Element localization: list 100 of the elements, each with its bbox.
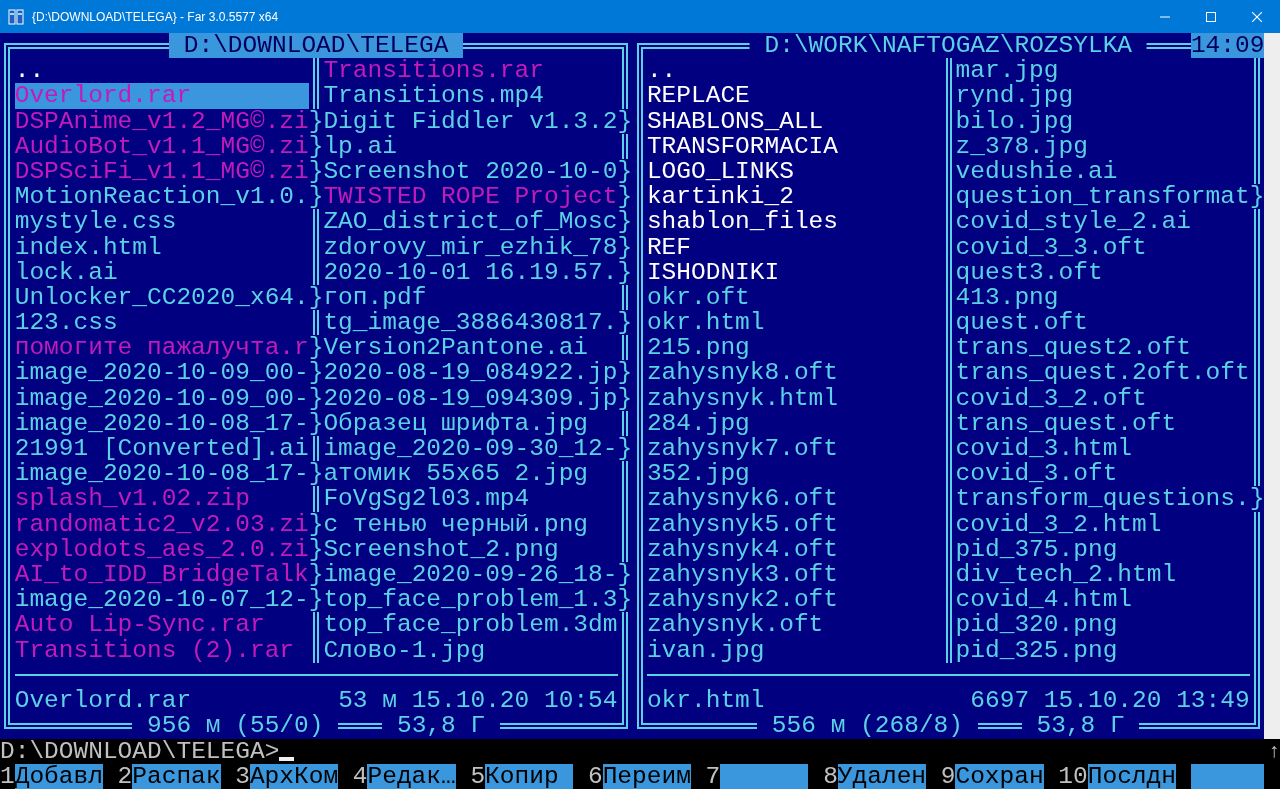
- status-file-info: 53 м 15.10.20 10:54: [338, 687, 618, 714]
- file-name[interactable]: okr.html: [646, 310, 941, 336]
- file-name[interactable]: 21991 [Converted].ai: [14, 436, 309, 462]
- file-name[interactable]: zahysnyk7.oft: [646, 436, 941, 462]
- file-name[interactable]: Screenshot_2.png: [323, 536, 618, 562]
- truncation-mark: }: [308, 184, 324, 210]
- file-name[interactable]: 2020-08-19_094309.jp: [323, 385, 618, 411]
- file-name[interactable]: zdorovy_mir_ezhik_78: [323, 234, 618, 260]
- file-name[interactable]: image_2020-10-09_00-: [14, 360, 309, 386]
- file-name[interactable]: Слово-1.jpg: [323, 637, 618, 663]
- truncation-mark: }: [617, 360, 633, 386]
- file-name[interactable]: image_2020-10-07_12-: [14, 587, 309, 613]
- file-name[interactable]: question_transformat: [955, 184, 1250, 210]
- file-name[interactable]: MotionReaction_v1.0.: [14, 184, 309, 210]
- file-name[interactable]: kartinki_2: [646, 184, 941, 210]
- file-name[interactable]: pid_375.png: [955, 536, 1250, 562]
- file-name[interactable]: 2020-10-01 16.19.57.: [323, 259, 618, 285]
- file-name[interactable]: zahysnyk3.oft: [646, 561, 941, 588]
- truncation-mark: }: [308, 335, 324, 361]
- truncation-mark: }: [308, 536, 324, 562]
- file-name[interactable]: trans_quest.oft: [955, 410, 1250, 436]
- file-name[interactable]: zahysnyk2.oft: [646, 587, 941, 613]
- file-name[interactable]: pid_325.png: [955, 637, 1250, 663]
- file-name[interactable]: 413.png: [955, 284, 1250, 311]
- file-name[interactable]: ivan.jpg: [646, 637, 941, 663]
- truncation-mark: }: [308, 511, 324, 537]
- file-name[interactable]: covid_4.html: [955, 587, 1250, 613]
- file-name[interactable]: trans_quest2.oft: [955, 335, 1250, 361]
- file-name[interactable]: zahysnyk6.oft: [646, 486, 941, 512]
- file-name[interactable]: trans_quest.2oft.oft: [955, 360, 1250, 386]
- file-name[interactable]: 123.css: [14, 310, 309, 336]
- panel-total: 53,8 Г: [382, 713, 500, 739]
- file-name[interactable]: REPLACE: [646, 83, 941, 109]
- file-name[interactable]: LOGO_LINKS: [646, 158, 941, 185]
- file-name[interactable]: index.html: [14, 234, 309, 260]
- truncation-mark: }: [308, 410, 324, 436]
- file-name[interactable]: Digit Fiddler v1.3.2: [323, 108, 618, 134]
- status-file-name: okr.html: [646, 687, 765, 714]
- file-name[interactable]: zahysnyk.oft: [646, 612, 941, 638]
- file-name[interactable]: 352.jpg: [646, 461, 941, 487]
- file-name[interactable]: zahysnyk4.oft: [646, 536, 941, 562]
- file-name[interactable]: covid_3_2.oft: [955, 385, 1250, 411]
- maximize-icon: [1206, 11, 1216, 22]
- file-name[interactable]: Transitions.mp4: [323, 83, 618, 109]
- file-name[interactable]: mar.jpg: [955, 58, 1250, 84]
- file-name[interactable]: rynd.jpg: [955, 83, 1250, 109]
- file-name[interactable]: Version2Pantone.ai: [323, 335, 618, 361]
- file-name[interactable]: Образец шрифта.jpg: [323, 410, 618, 436]
- file-name[interactable]: vedushie.ai: [955, 158, 1250, 185]
- file-name[interactable]: Screenshot 2020-10-0: [323, 158, 618, 185]
- file-name[interactable]: image_2020-10-08_17-: [14, 410, 309, 436]
- file-name[interactable]: covid_3.oft: [955, 461, 1250, 487]
- file-name[interactable]: mystyle.css: [14, 209, 309, 235]
- file-name[interactable]: transform_questions.: [955, 486, 1250, 512]
- file-name[interactable]: ZAO_district_of_Mosc: [323, 209, 618, 235]
- truncation-mark: }: [617, 587, 633, 613]
- file-name[interactable]: image_2020-09-30_12-: [323, 436, 618, 462]
- truncation-mark: }: [617, 385, 633, 411]
- file-name[interactable]: bilo.jpg: [955, 108, 1250, 134]
- file-name[interactable]: SHABLONS_ALL: [646, 108, 941, 134]
- truncation-mark: }: [617, 310, 633, 336]
- file-name[interactable]: covid_3.html: [955, 436, 1250, 462]
- file-name[interactable]: z_378.jpg: [955, 133, 1250, 159]
- file-name[interactable]: zahysnyk.html: [646, 385, 941, 411]
- file-name[interactable]: pid_320.png: [955, 612, 1250, 638]
- file-name[interactable]: top_face_problem_1.3: [323, 587, 618, 613]
- file-name[interactable]: image_2020-10-09_00-: [14, 385, 309, 411]
- file-name[interactable]: image_2020-10-08_17-: [14, 461, 309, 487]
- file-name[interactable]: lock.ai: [14, 259, 309, 285]
- file-name[interactable]: okr.oft: [646, 284, 941, 311]
- file-name[interactable]: FoVgSg2l03.mp4: [323, 486, 618, 512]
- file-name[interactable]: REF: [646, 234, 941, 260]
- file-name[interactable]: ..: [646, 58, 941, 84]
- command-prompt: D:\DOWNLOAD\TELEGA>: [0, 738, 280, 764]
- file-name[interactable]: TRANSFORMACIA: [646, 133, 941, 159]
- file-name[interactable]: ISHODNIKI: [646, 259, 941, 285]
- file-name[interactable]: 215.png: [646, 335, 941, 361]
- file-name[interactable]: covid_3_2.html: [955, 511, 1250, 537]
- file-name[interactable]: zahysnyk8.oft: [646, 360, 941, 386]
- file-name[interactable]: tg_image_3886430817.: [323, 310, 618, 336]
- file-name[interactable]: атомик 55x65 2.jpg: [323, 461, 618, 487]
- file-name[interactable]: ..: [14, 58, 309, 84]
- truncation-mark: }: [1249, 486, 1265, 512]
- file-name[interactable]: image_2020-09-26_18-: [323, 561, 618, 588]
- file-name[interactable]: zahysnyk5.oft: [646, 511, 941, 537]
- file-name[interactable]: 284.jpg: [646, 410, 941, 436]
- file-name[interactable]: shablon_files: [646, 209, 941, 235]
- file-name[interactable]: top_face_problem.3dm: [323, 612, 618, 638]
- file-name[interactable]: с тенью черный.png: [323, 511, 618, 537]
- truncation-mark: }: [1249, 184, 1265, 210]
- panel-path: D:\DOWNLOAD\TELEGA: [169, 33, 464, 59]
- file-name[interactable]: lp.ai: [323, 133, 618, 159]
- file-name[interactable]: covid_style_2.ai: [955, 209, 1250, 235]
- file-name[interactable]: quest.oft: [955, 310, 1250, 336]
- file-name[interactable]: гоп.pdf: [323, 284, 618, 311]
- file-name[interactable]: Unlocker_CC2020_x64.: [14, 284, 309, 311]
- file-name[interactable]: covid_3_3.oft: [955, 234, 1250, 260]
- file-name[interactable]: quest3.oft: [955, 259, 1250, 285]
- file-name[interactable]: 2020-08-19_084922.jp: [323, 360, 618, 386]
- file-name[interactable]: div_tech_2.html: [955, 561, 1250, 588]
